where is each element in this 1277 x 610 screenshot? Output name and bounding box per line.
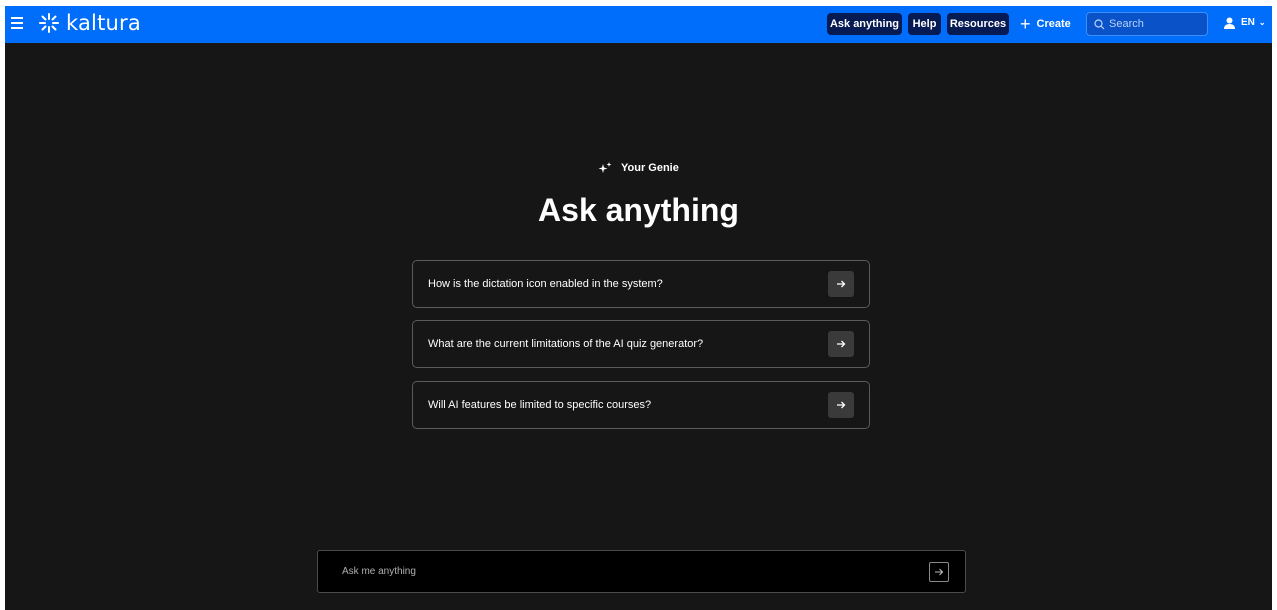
kaltura-sparkle-icon — [39, 13, 59, 33]
suggestion-text: What are the current limitations of the … — [428, 338, 704, 350]
arrow-right-icon[interactable] — [828, 271, 854, 297]
suggestion-card[interactable]: Will AI features be limited to specific … — [412, 381, 870, 429]
send-arrow-icon[interactable] — [929, 561, 949, 582]
suggestion-card[interactable]: What are the current limitations of the … — [412, 320, 870, 368]
create-label: Create — [1036, 18, 1071, 30]
genie-label: Your Genie — [5, 162, 1272, 174]
arrow-right-icon[interactable] — [828, 331, 854, 357]
ask-input[interactable] — [340, 565, 929, 578]
nav-resources-button[interactable]: Resources — [947, 13, 1009, 35]
language-selector[interactable]: EN ⌄ — [1241, 17, 1266, 28]
chevron-down-icon: ⌄ — [1258, 18, 1266, 27]
page-title: Ask anything — [538, 192, 739, 228]
language-label: EN — [1241, 17, 1255, 28]
suggestion-card[interactable]: How is the dictation icon enabled in the… — [412, 260, 870, 308]
genie-label-text: Your Genie — [620, 162, 679, 174]
create-button[interactable]: + Create — [1020, 13, 1071, 35]
app-window: kaltura Ask anything Help Resources + Cr… — [5, 6, 1272, 610]
nav-help-button[interactable]: Help — [908, 13, 941, 35]
plus-icon: + — [1020, 14, 1031, 34]
search-box — [1086, 12, 1208, 36]
logo-wordmark: kaltura — [66, 11, 141, 35]
search-icon — [1094, 18, 1105, 29]
kaltura-logo[interactable]: kaltura — [38, 11, 141, 35]
user-icon[interactable] — [1224, 17, 1235, 29]
suggestion-text: How is the dictation icon enabled in the… — [428, 278, 663, 290]
sparkle-icon — [598, 162, 612, 174]
top-bar: kaltura Ask anything Help Resources + Cr… — [5, 6, 1272, 43]
ask-input-box — [317, 550, 966, 593]
hamburger-menu-icon[interactable] — [11, 17, 23, 31]
suggestion-text: Will AI features be limited to specific … — [428, 399, 652, 411]
arrow-right-icon[interactable] — [828, 392, 854, 418]
search-input[interactable] — [1105, 18, 1199, 30]
nav-ask-anything-button[interactable]: Ask anything — [827, 13, 902, 35]
